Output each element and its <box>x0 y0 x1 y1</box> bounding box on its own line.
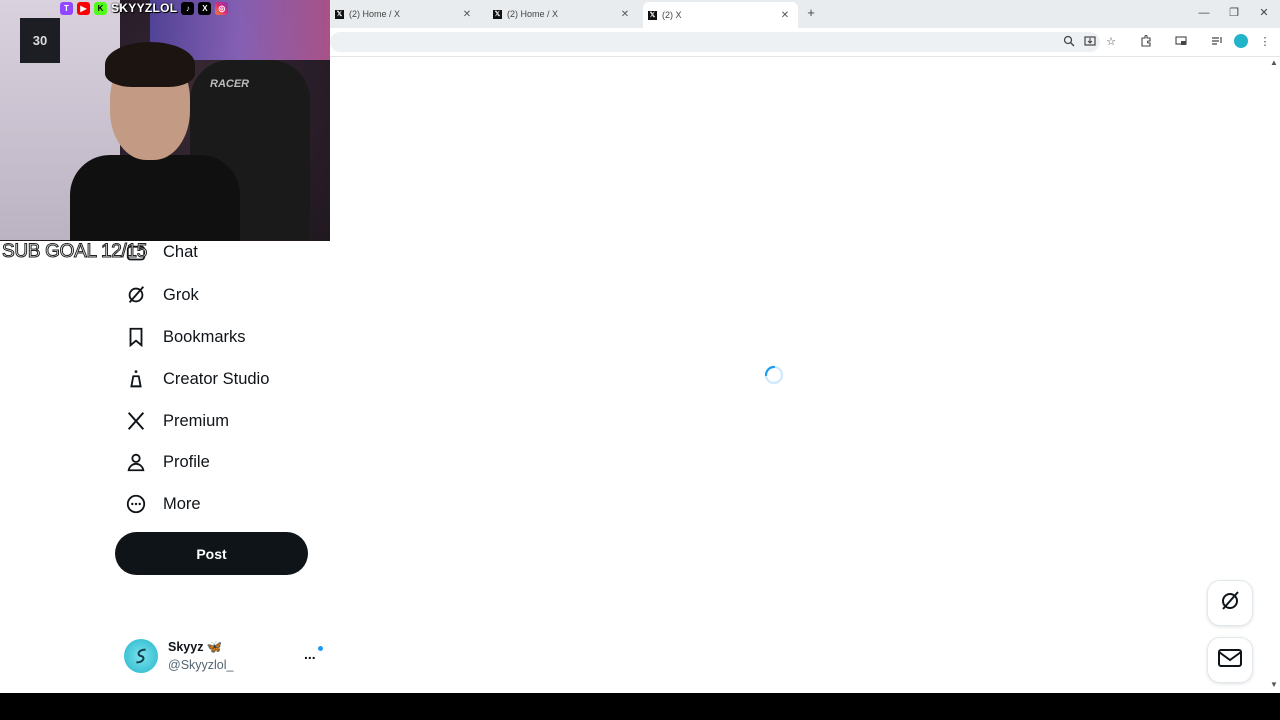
restore-icon[interactable]: ❐ <box>1224 4 1244 22</box>
toolbar-divider <box>330 56 1280 57</box>
close-icon[interactable]: ✕ <box>460 9 474 20</box>
avatar <box>124 639 158 673</box>
sidebar-item-label: Bookmarks <box>163 327 246 346</box>
install-app-icon[interactable] <box>1083 35 1097 49</box>
account-switcher[interactable]: Skyyz 🦋 @Skyyzlol_ ... <box>124 638 329 678</box>
tab-title: (2) Home / X <box>349 9 401 19</box>
post-button[interactable]: Post <box>115 532 308 575</box>
kick-icon: K <box>94 1 107 15</box>
x-logo-icon: 𝕏 <box>335 9 344 19</box>
sub-goal-text: SUB GOAL 12/15 <box>1 241 148 263</box>
social-bar: T ▶ K SKYYZLOL ♪ X ◎ <box>60 0 229 16</box>
tab-title: (2) X <box>662 10 682 20</box>
bookmark-star-icon[interactable]: ☆ <box>1104 35 1118 49</box>
browser-tab-3[interactable]: 𝕏 (2) X ✕ <box>643 2 798 28</box>
extensions-icon[interactable] <box>1139 34 1153 49</box>
sidebar-item-label: More <box>163 494 201 513</box>
browser-tab-1[interactable]: 𝕏 (2) Home / X ✕ <box>330 3 480 25</box>
address-bar[interactable] <box>330 32 1100 52</box>
grok-icon <box>124 283 148 307</box>
zoom-icon[interactable] <box>1062 35 1076 49</box>
wall-jersey: 30 <box>20 18 60 63</box>
close-icon[interactable]: ✕ <box>618 9 632 20</box>
grok-floating-button[interactable] <box>1208 581 1252 625</box>
sidebar-item-more[interactable]: More <box>124 488 201 520</box>
webcam-overlay: RACER 30 T ▶ K SKYYZLOL ♪ X ◎ <box>0 0 330 241</box>
x-logo-icon <box>124 409 148 433</box>
x-logo-icon: 𝕏 <box>493 9 502 19</box>
account-more-icon[interactable]: ... <box>304 646 316 662</box>
grok-icon <box>1218 589 1242 618</box>
account-name: Skyyz 🦋 <box>168 640 223 654</box>
new-tab-button[interactable]: + <box>804 5 818 21</box>
sidebar-item-premium[interactable]: Premium <box>124 405 229 437</box>
streamer-body <box>70 155 240 241</box>
loading-spinner <box>764 365 784 385</box>
profile-icon[interactable] <box>1234 34 1248 48</box>
sidebar-item-creator-studio[interactable]: Creator Studio <box>124 363 269 395</box>
bookmark-icon <box>124 325 148 349</box>
sidebar-item-bookmarks[interactable]: Bookmarks <box>124 321 246 353</box>
sidebar-item-label: Creator Studio <box>163 369 270 388</box>
cast-icon[interactable] <box>1174 35 1188 49</box>
media-controls-icon[interactable] <box>1210 35 1224 49</box>
browser-tab-2[interactable]: 𝕏 (2) Home / X ✕ <box>488 3 638 25</box>
more-circle-icon <box>124 492 148 516</box>
tiktok-icon: ♪ <box>181 1 195 15</box>
creator-studio-icon <box>124 367 148 391</box>
sidebar-item-label: Grok <box>163 285 199 304</box>
sidebar-item-chat[interactable]: Chat <box>163 243 198 262</box>
sidebar-item-profile[interactable]: Profile <box>124 446 210 478</box>
bottom-black-bar <box>0 693 1280 720</box>
twitch-icon: T <box>60 1 73 15</box>
sidebar-item-label: Profile <box>163 452 210 471</box>
youtube-icon: ▶ <box>77 1 90 15</box>
tab-title: (2) Home / X <box>507 9 559 19</box>
streamer-hair <box>105 42 195 87</box>
close-icon[interactable]: ✕ <box>778 10 792 21</box>
sidebar-item-label: Premium <box>163 411 230 430</box>
close-window-icon[interactable]: ✕ <box>1254 4 1274 22</box>
x-icon: X <box>198 1 212 15</box>
menu-dots-icon[interactable]: ⋮ <box>1258 35 1272 49</box>
scroll-down-arrow[interactable]: ▼ <box>1268 680 1280 692</box>
instagram-icon: ◎ <box>215 1 229 15</box>
notification-dot <box>318 646 323 651</box>
x-logo-icon: 𝕏 <box>648 10 657 20</box>
messages-floating-button[interactable] <box>1208 638 1252 682</box>
mail-icon <box>1217 647 1243 674</box>
minimize-icon[interactable]: — <box>1194 4 1214 22</box>
sidebar-item-grok[interactable]: Grok <box>124 279 199 311</box>
account-handle: @Skyyzlol_ <box>168 658 234 672</box>
scroll-up-arrow[interactable]: ▲ <box>1268 58 1280 70</box>
profile-icon <box>124 450 148 474</box>
streamer <box>70 42 240 241</box>
streamer-handle: SKYYZLOL <box>111 1 178 15</box>
